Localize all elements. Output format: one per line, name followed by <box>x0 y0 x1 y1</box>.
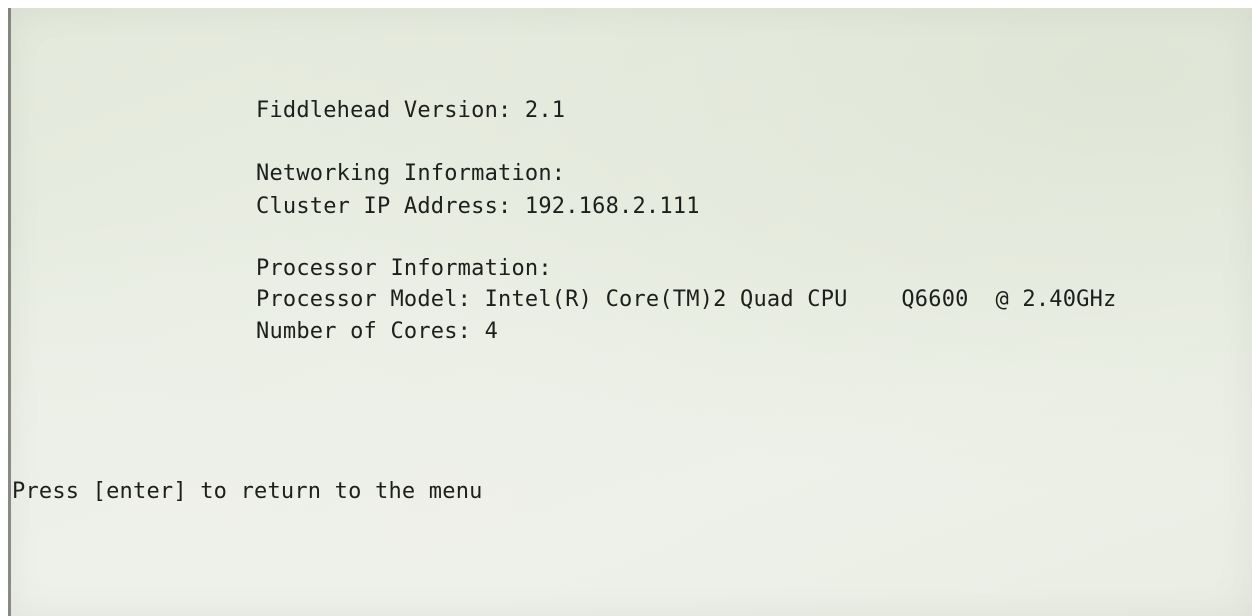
photo-frame: Fiddlehead Version: 2.1 Networking Infor… <box>0 0 1252 616</box>
cluster-ip-line: Cluster IP Address: 192.168.2.111 <box>256 194 700 219</box>
screen-bezel-edge <box>8 8 11 616</box>
networking-section-header: Networking Information: <box>256 161 566 186</box>
return-to-menu-prompt[interactable]: Press [enter] to return to the menu <box>12 476 483 507</box>
cores-count-line: Number of Cores: 4 <box>256 319 499 344</box>
processor-model-line: Processor Model: Intel(R) Core(TM)2 Quad… <box>256 287 1117 312</box>
processor-section-header: Processor Information: <box>256 256 552 281</box>
version-line: Fiddlehead Version: 2.1 <box>256 98 566 123</box>
